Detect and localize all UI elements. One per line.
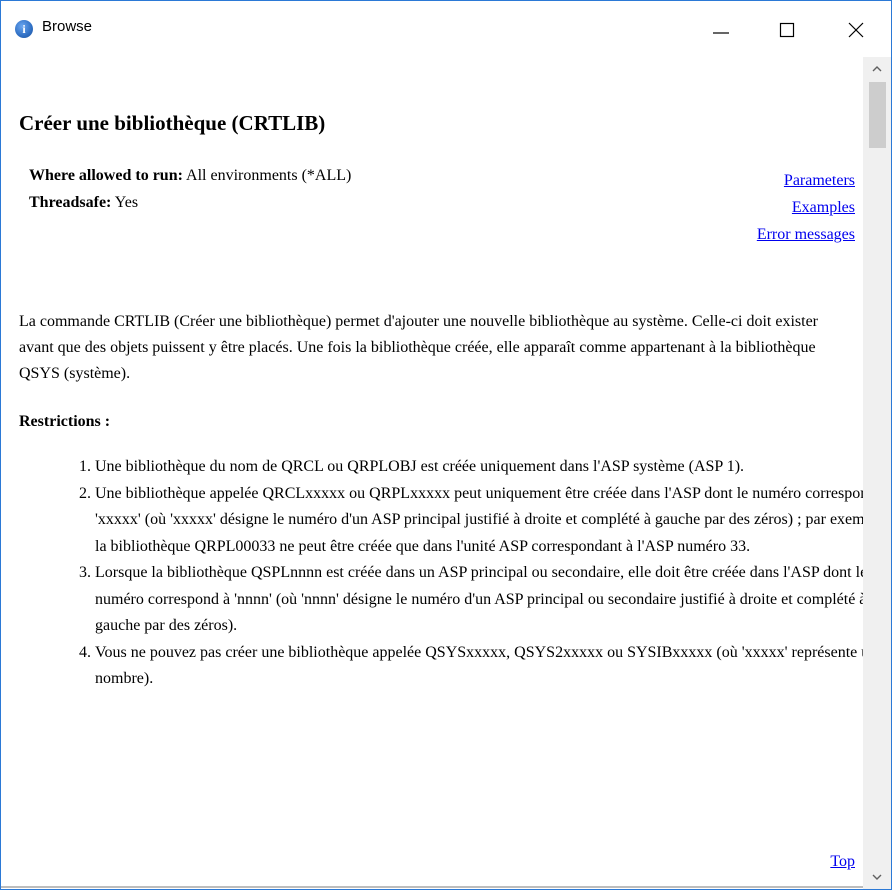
minimize-button[interactable] <box>698 1 744 57</box>
maximize-button[interactable] <box>764 1 810 57</box>
error-messages-link[interactable]: Error messages <box>757 221 855 248</box>
chevron-up-icon <box>872 66 882 72</box>
list-item: Vous ne pouvez pas créer une bibliothèqu… <box>95 640 863 693</box>
maximize-icon <box>779 22 795 38</box>
quick-links: Parameters Examples Error messages <box>757 167 855 248</box>
list-item: Lorsque la bibliothèque QSPLnnnn est cré… <box>95 560 863 640</box>
chevron-down-icon <box>872 874 882 880</box>
title-bar[interactable]: i Browse <box>1 1 891 57</box>
restrictions-heading: Restrictions : <box>19 413 111 430</box>
where-allowed-value: All environments (*ALL) <box>186 167 352 184</box>
restrictions-list: Une bibliothèque du nom de QRCL ou QRPLO… <box>59 454 863 693</box>
where-allowed-label: Where allowed to run: <box>29 167 183 184</box>
scroll-down-button[interactable] <box>863 865 891 889</box>
help-content-viewport[interactable]: Créer une bibliothèque (CRTLIB) Where al… <box>1 57 863 889</box>
close-icon <box>848 22 864 38</box>
intro-paragraph: La commande CRTLIB (Créer une bibliothèq… <box>19 313 819 382</box>
info-icon: i <box>15 20 33 38</box>
window-title: Browse <box>42 18 93 35</box>
page-title: Créer une bibliothèque (CRTLIB) <box>19 111 326 135</box>
scrollbar-thumb[interactable] <box>869 82 886 148</box>
minimize-icon <box>713 32 729 34</box>
scroll-up-button[interactable] <box>863 57 891 81</box>
threadsafe-value: Yes <box>114 194 139 211</box>
list-item: Une bibliothèque du nom de QRCL ou QRPLO… <box>95 454 863 481</box>
close-button[interactable] <box>833 1 879 57</box>
examples-link[interactable]: Examples <box>757 194 855 221</box>
where-allowed-row: Where allowed to run: All environments (… <box>29 167 351 185</box>
divider <box>1 886 863 888</box>
list-item: Une bibliothèque appelée QRCLxxxxx ou QR… <box>95 481 863 561</box>
vertical-scrollbar[interactable] <box>863 57 891 889</box>
top-link[interactable]: Top <box>830 853 855 871</box>
threadsafe-row: Threadsafe: Yes <box>29 194 138 212</box>
parameters-link[interactable]: Parameters <box>757 167 855 194</box>
threadsafe-label: Threadsafe: <box>29 194 112 211</box>
browse-window: i Browse Créer une bibliothèque (CRTLIB)… <box>0 0 892 890</box>
